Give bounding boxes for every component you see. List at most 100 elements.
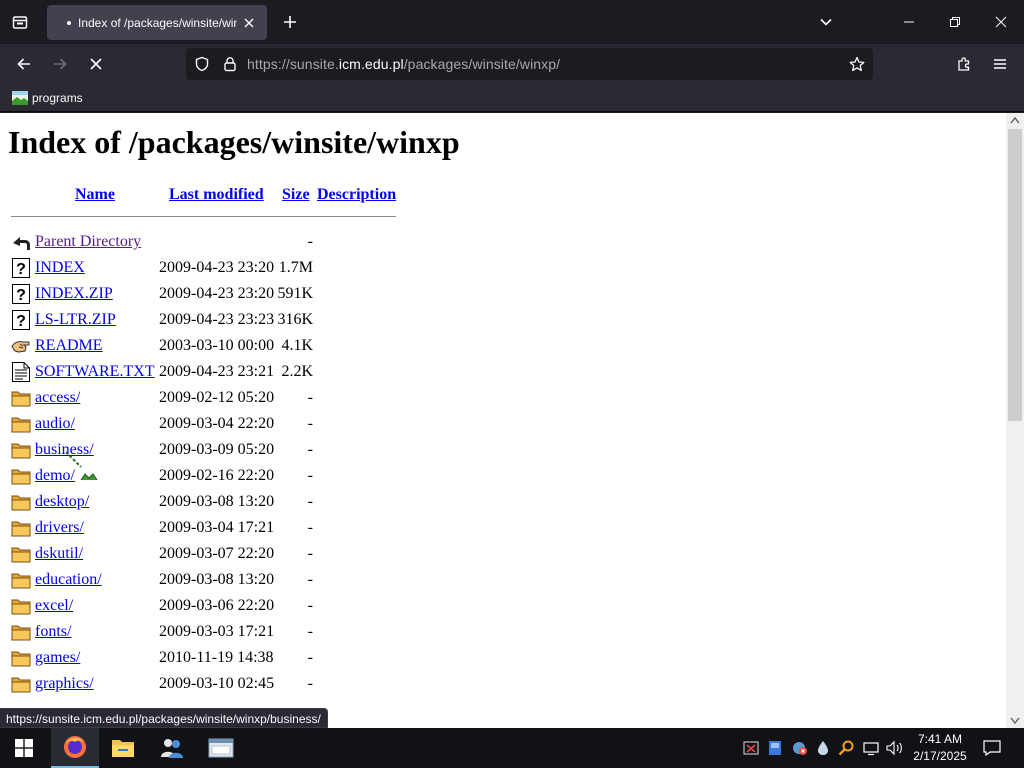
column-header-size[interactable]: Size [282,186,310,204]
taskbar-file-explorer[interactable] [99,728,147,768]
file-link[interactable]: dskutil/ [35,545,83,563]
scroll-up-arrow-icon[interactable] [1010,116,1020,124]
text-file-icon[interactable] [11,361,31,383]
last-modified: 2009-03-09 05:20 [159,441,275,458]
file-link[interactable]: INDEX.ZIP [35,285,113,303]
tray-volume-icon[interactable] [884,728,906,768]
folder-icon[interactable] [11,491,31,513]
tab-active[interactable]: Index of /packages/winsite/winxp/ [47,5,267,40]
file-link[interactable]: README [35,337,103,355]
minimize-button[interactable] [886,0,932,44]
window-controls [886,0,1024,44]
column-header-description[interactable]: Description [317,186,396,204]
file-row: excel/2009-03-06 22:20 - [0,594,330,620]
folder-icon[interactable] [11,413,31,435]
file-link[interactable]: desktop/ [35,493,89,511]
unknown-file-icon[interactable]: ? [11,309,31,331]
last-modified: 2009-03-03 17:21 [159,623,275,640]
lock-icon[interactable] [222,56,238,77]
close-icon [995,16,1007,28]
file-link[interactable]: drivers/ [35,519,84,537]
folder-icon[interactable] [11,595,31,617]
file-size: - [307,597,313,614]
file-size: 4.1K [281,337,313,354]
window-app-icon [208,738,234,758]
firefox-view-icon[interactable] [8,10,32,34]
close-window-button[interactable] [978,0,1024,44]
svg-text:?: ? [16,261,26,278]
folder-icon[interactable] [11,673,31,695]
app-menu-button[interactable] [988,52,1012,76]
bookmarks-toolbar: programs [0,84,1024,112]
last-modified: 2009-04-23 23:20 [159,285,275,302]
folder-icon[interactable] [11,517,31,539]
tray-search-key-icon[interactable] [836,728,856,768]
parent-directory-icon[interactable] [11,231,31,253]
bookmark-star-icon[interactable] [849,56,865,77]
folder-icon[interactable] [11,439,31,461]
folder-icon[interactable] [11,543,31,565]
url-bar[interactable]: https://sunsite.icm.edu.pl/packages/wins… [186,48,873,80]
tray-security-icon[interactable] [741,728,761,768]
tray-network-error-icon[interactable] [788,728,810,768]
file-link[interactable]: access/ [35,389,80,407]
file-link[interactable]: education/ [35,571,102,589]
folder-icon[interactable] [11,387,31,409]
taskbar-firefox[interactable] [51,728,99,768]
file-size: 316K [277,311,313,328]
file-link[interactable]: excel/ [35,597,73,615]
file-link[interactable]: SOFTWARE.TXT [35,363,155,381]
file-link[interactable]: fonts/ [35,623,71,641]
folder-icon[interactable] [11,465,31,487]
file-row: business/2009-03-09 05:20- [0,438,330,464]
list-all-tabs-button[interactable] [814,10,838,34]
folder-icon[interactable] [11,569,31,591]
file-link[interactable]: Parent Directory [35,233,141,251]
file-link[interactable]: graphics/ [35,675,94,693]
last-modified: 2009-03-07 22:20 [159,545,275,562]
unknown-file-icon[interactable]: ? [11,283,31,305]
file-link[interactable]: LS-LTR.ZIP [35,311,116,329]
back-button[interactable] [12,52,36,76]
close-tab-icon[interactable] [241,15,257,31]
taskbar-window-app[interactable] [197,728,245,768]
action-center-button[interactable] [978,728,1006,768]
folder-icon[interactable] [11,621,31,643]
scroll-down-arrow-icon[interactable] [1010,717,1020,725]
column-header-last-modified[interactable]: Last modified [169,186,264,204]
taskbar-people-app[interactable] [148,728,196,768]
last-modified: 2009-03-08 13:20 [159,571,275,588]
people-app-icon [161,739,183,758]
file-row: access/2009-02-12 05:20 - [0,386,330,412]
start-button[interactable] [0,728,48,768]
file-size: - [307,493,313,510]
column-header-name[interactable]: Name [75,186,115,204]
scrollbar-thumb[interactable] [1008,129,1022,421]
file-link[interactable]: audio/ [35,415,75,433]
file-link[interactable]: INDEX [35,259,85,277]
tray-display-icon[interactable] [765,728,785,768]
last-modified: 2010-11-19 14:38 [159,649,274,666]
stop-loading-button[interactable] [84,52,108,76]
extensions-button[interactable] [952,52,976,76]
file-row: games/2010-11-19 14:38 - [0,646,330,672]
file-row: drivers/2009-03-04 17:21 - [0,516,330,542]
file-link[interactable]: games/ [35,649,80,667]
unknown-file-icon[interactable]: ? [11,257,31,279]
file-size: - [307,623,313,640]
tray-network-icon[interactable] [860,728,882,768]
forward-button[interactable] [48,52,72,76]
readme-hand-icon[interactable] [11,335,31,357]
bookmark-programs[interactable]: programs [8,88,87,108]
vertical-scrollbar[interactable] [1006,113,1024,728]
restore-button[interactable] [932,0,978,44]
tracking-shield-icon[interactable] [194,56,210,77]
firefox-icon [64,736,86,758]
tray-droplet-icon[interactable] [813,728,833,768]
folder-icon[interactable] [11,647,31,669]
url-text[interactable]: https://sunsite.icm.edu.pl/packages/wins… [247,56,560,72]
last-modified: 2009-04-23 23:20 [159,259,275,276]
new-tab-button[interactable] [278,10,302,34]
file-row: fonts/2009-03-03 17:21 - [0,620,330,646]
taskbar-clock[interactable]: 7:41 AM 2/17/2025 [908,731,972,765]
